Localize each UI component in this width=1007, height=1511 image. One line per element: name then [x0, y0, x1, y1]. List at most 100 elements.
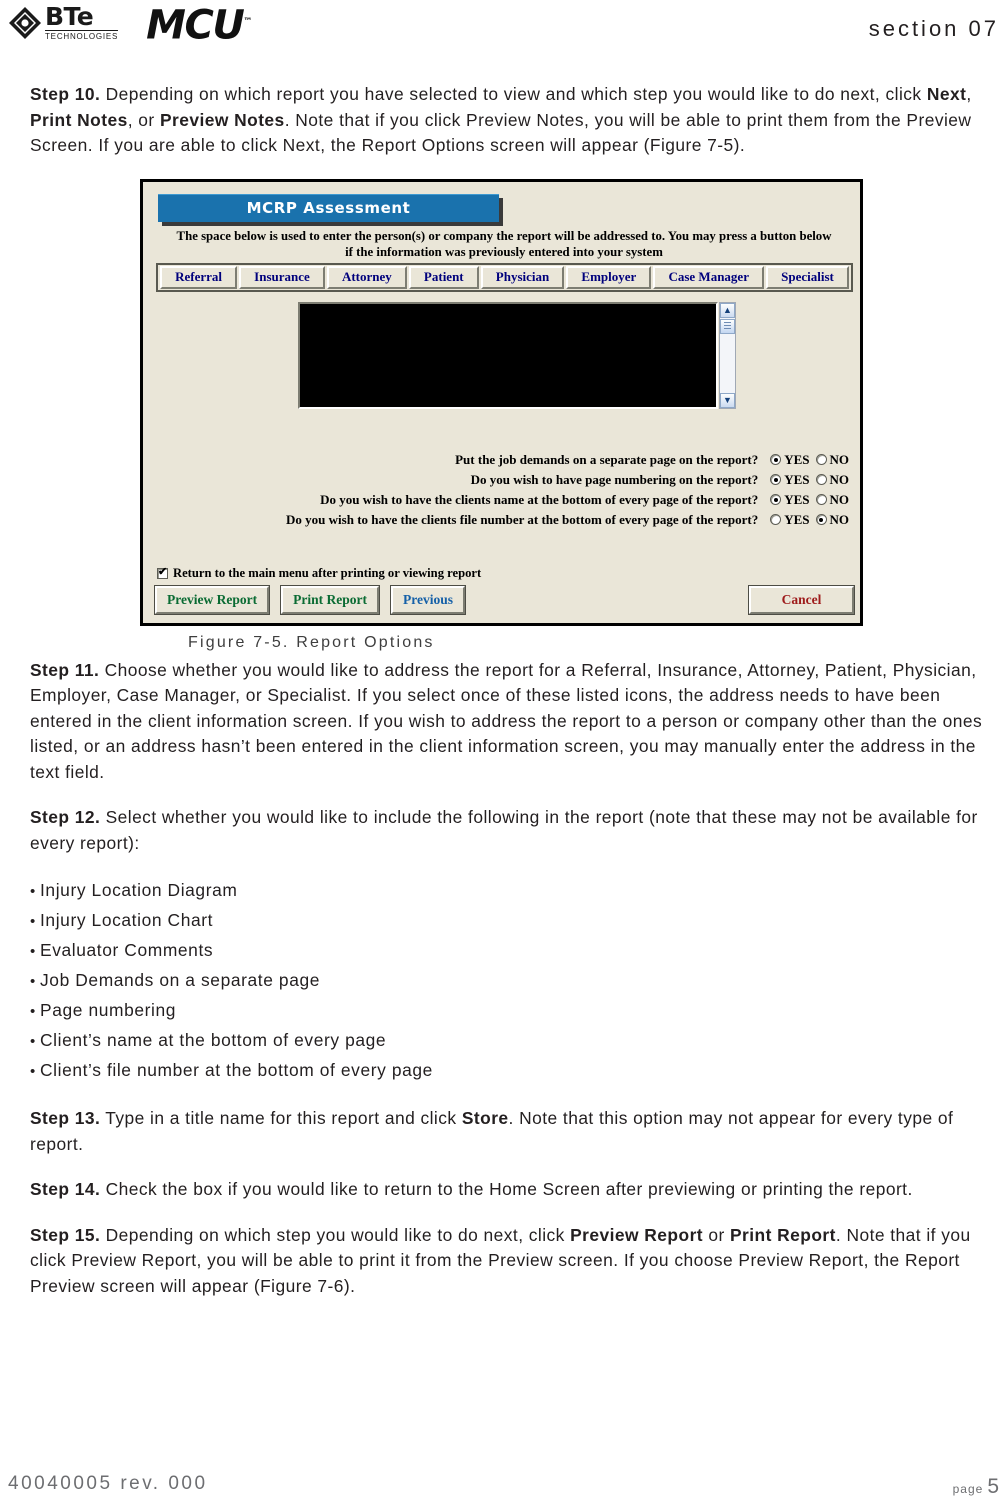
radio-job-demands-yes[interactable]: [770, 454, 782, 465]
return-to-main-menu-row[interactable]: Return to the main menu after printing o…: [157, 566, 481, 581]
radio-page-numbering-no[interactable]: [815, 474, 827, 485]
question-0-no-option[interactable]: NO: [815, 451, 850, 468]
step-15-text-2: or: [703, 1224, 730, 1245]
address-button-employer-label: Employer: [581, 269, 637, 284]
section-label: section 07: [868, 16, 999, 41]
step-15-bold-print-report: Print Report: [729, 1224, 836, 1245]
question-2-yes-option[interactable]: YES: [770, 492, 810, 508]
address-button-physician[interactable]: Physician: [480, 265, 565, 289]
step-10-bold-next: Next: [926, 84, 967, 104]
address-button-row: Referral Insurance Attorney Patient Phys…: [156, 262, 853, 292]
question-3-no-option[interactable]: NO: [815, 511, 850, 528]
bte-tagline: TECHNOLOGIES: [45, 30, 119, 41]
step-10-bold-preview-notes: Preview Notes: [159, 109, 285, 130]
radio-clients-name-no[interactable]: [815, 494, 827, 505]
return-to-main-menu-checkbox[interactable]: [157, 566, 168, 579]
report-options-dialog: MCRP Assessment The space below is used …: [140, 178, 863, 626]
question-label-page-numbering: Do you wish to have page numbering on th…: [470, 471, 759, 487]
address-button-specialist[interactable]: Specialist: [766, 265, 849, 289]
address-button-insurance[interactable]: Insurance: [239, 265, 325, 289]
page-number-block: page 5: [953, 1475, 999, 1499]
question-3-yes-option[interactable]: YES: [770, 511, 810, 528]
radio-job-demands-no[interactable]: [815, 454, 827, 465]
step-15-text-1: Depending on which step you would like t…: [100, 1224, 571, 1245]
page-word: page: [952, 1482, 984, 1496]
scrollbar-down-icon[interactable]: ▼: [720, 392, 735, 408]
question-0-no-label: NO: [829, 451, 850, 467]
radio-clients-file-number-yes[interactable]: [770, 514, 782, 525]
question-1-no-option[interactable]: NO: [815, 472, 849, 488]
step-14-paragraph: Step 14. Check the box if you would like…: [30, 1177, 990, 1203]
address-button-physician-label: Physician: [495, 269, 550, 284]
step-12-label: Step 12.: [30, 807, 101, 827]
document-content: Step 10. Depending on which report you h…: [30, 82, 990, 1319]
question-2-no-option[interactable]: NO: [815, 491, 850, 508]
address-button-attorney[interactable]: Attorney: [326, 265, 407, 289]
address-textarea-scrollbar[interactable]: ▲ ▼: [719, 301, 736, 409]
address-button-referral-label: Referral: [175, 269, 222, 284]
previous-button[interactable]: Previous: [389, 584, 466, 615]
preview-report-button[interactable]: Preview Report: [153, 584, 271, 615]
address-instructions-line-2: if the information was previously entere…: [345, 245, 663, 259]
question-3-yes-label: YES: [784, 511, 810, 527]
step-12-text: Select whether you would like to include…: [30, 807, 978, 853]
radio-clients-name-yes[interactable]: [770, 494, 782, 505]
step-14-text: Check the box if you would like to retur…: [100, 1179, 913, 1199]
brand-block: BTe TECHNOLOGIES MCU™: [8, 4, 252, 47]
page-footer: 40040005 rev. 000 page 5: [0, 1473, 1007, 1503]
radio-page-numbering-yes[interactable]: [770, 474, 782, 485]
return-to-main-menu-label: Return to the main menu after printing o…: [173, 565, 482, 580]
bte-name: BTe: [45, 2, 94, 31]
step-10-text-3: , or: [127, 109, 160, 130]
address-instructions: The space below is used to enter the per…: [157, 228, 851, 261]
bte-logo: BTe TECHNOLOGIES: [8, 2, 119, 41]
step-11-label: Step 11.: [30, 659, 100, 680]
step-13-bold-store: Store: [461, 1108, 509, 1128]
step-15-bold-preview-report: Preview Report: [570, 1224, 704, 1245]
radio-clients-file-number-no[interactable]: [815, 514, 827, 525]
list-item: Evaluator Comments: [30, 936, 990, 966]
question-3-no-label: NO: [829, 511, 850, 527]
report-include-bullet-list: Injury Location Diagram Injury Location …: [30, 876, 990, 1086]
bte-diamond-icon: [8, 6, 42, 40]
address-button-insurance-label: Insurance: [254, 269, 310, 284]
report-question-list: Put the job demands on a separate page o…: [163, 450, 849, 530]
step-10-paragraph: Step 10. Depending on which report you h…: [30, 82, 990, 159]
question-row-job-demands: Put the job demands on a separate page o…: [163, 450, 849, 470]
list-item: Client’s file number at the bottom of ev…: [30, 1056, 990, 1086]
address-button-attorney-label: Attorney: [341, 269, 392, 284]
step-14-label: Step 14.: [30, 1179, 101, 1199]
page-number: 5: [987, 1475, 999, 1498]
list-item: Job Demands on a separate page: [30, 966, 990, 996]
address-button-referral[interactable]: Referral: [160, 265, 238, 289]
question-1-yes-label: YES: [784, 471, 810, 487]
step-15-paragraph: Step 15. Depending on which step you wou…: [30, 1223, 990, 1300]
list-item: Injury Location Diagram: [30, 876, 990, 906]
scrollbar-thumb[interactable]: [720, 318, 735, 334]
list-item: Injury Location Chart: [30, 906, 990, 936]
address-button-patient[interactable]: Patient: [408, 265, 479, 289]
question-label-clients-file-number: Do you wish to have the clients file num…: [286, 511, 759, 527]
question-0-yes-option[interactable]: YES: [770, 451, 810, 468]
step-13-text-1: Type in a title name for this report and…: [100, 1108, 462, 1128]
address-button-employer[interactable]: Employer: [566, 265, 652, 289]
mcu-logo: MCU™: [146, 2, 252, 45]
step-12-paragraph: Step 12. Select whether you would like t…: [30, 805, 990, 856]
question-label-job-demands: Put the job demands on a separate page o…: [455, 451, 759, 467]
question-0-yes-label: YES: [784, 451, 810, 467]
scrollbar-up-icon[interactable]: ▲: [720, 302, 735, 318]
question-1-yes-option[interactable]: YES: [770, 471, 810, 488]
step-15-label: Step 15.: [30, 1224, 101, 1245]
cancel-button-label: Cancel: [781, 591, 822, 607]
print-report-button[interactable]: Print Report: [280, 584, 380, 615]
print-report-button-label: Print Report: [293, 591, 367, 607]
address-textarea[interactable]: [298, 301, 718, 409]
question-2-no-label: NO: [829, 491, 850, 507]
address-button-specialist-label: Specialist: [781, 269, 834, 284]
previous-button-label: Previous: [402, 591, 453, 607]
address-button-case-manager[interactable]: Case Manager: [653, 265, 765, 289]
figure-7-5: MCRP Assessment The space below is used …: [30, 178, 990, 652]
cancel-button[interactable]: Cancel: [748, 584, 855, 615]
figure-caption: Figure 7-5. Report Options: [188, 633, 435, 651]
bte-wordmark: BTe TECHNOLOGIES: [45, 2, 119, 41]
